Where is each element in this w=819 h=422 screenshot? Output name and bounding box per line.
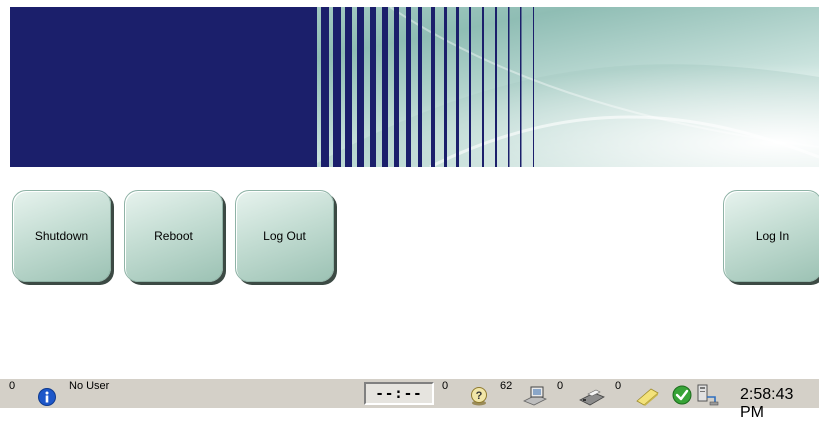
shutdown-label: Shutdown <box>34 229 89 243</box>
reboot-label: Reboot <box>154 229 193 243</box>
clock: 2:58:43 PM <box>740 386 794 421</box>
help-count: 0 <box>442 380 449 392</box>
header-banner <box>10 7 819 167</box>
print-output-icon[interactable] <box>578 385 606 406</box>
notes-count: 0 <box>615 380 622 392</box>
images-icon[interactable] <box>522 385 548 406</box>
timer-display: --:-- <box>364 382 434 405</box>
reboot-button[interactable]: Reboot <box>124 190 223 282</box>
log-out-button[interactable]: Log Out <box>235 190 334 282</box>
images-count: 62 <box>500 380 513 392</box>
check-status-icon[interactable] <box>672 385 692 405</box>
output-count: 0 <box>557 380 564 392</box>
status-bar: 0 No User --:-- 0 ? 62 0 0 2:58:43 PM <box>0 378 819 421</box>
info-icon[interactable] <box>38 388 56 406</box>
info-count: 0 <box>9 380 16 392</box>
log-out-label: Log Out <box>263 229 306 243</box>
notes-icon[interactable] <box>634 385 660 406</box>
shutdown-button[interactable]: Shutdown <box>12 190 111 282</box>
log-in-button[interactable]: Log In <box>723 190 819 282</box>
help-icon[interactable]: ? <box>469 386 489 406</box>
timer-value: --:-- <box>375 385 423 402</box>
user-label: No User <box>69 380 110 392</box>
svg-text:?: ? <box>476 390 483 402</box>
network-icon[interactable] <box>695 383 719 407</box>
log-in-label: Log In <box>755 229 790 243</box>
